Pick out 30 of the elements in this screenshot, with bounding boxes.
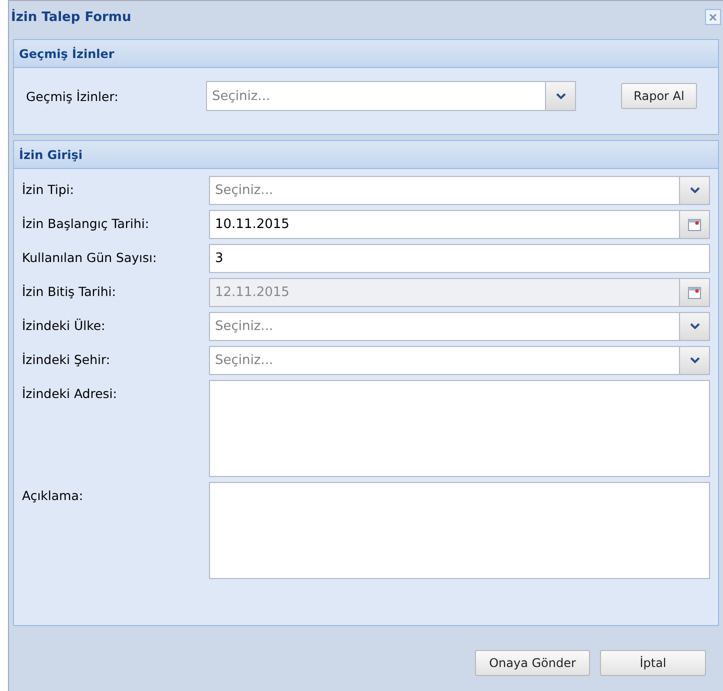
field-label: Açıklama:: [22, 487, 84, 503]
field-label: Kullanılan Gün Sayısı:: [22, 249, 158, 265]
close-button[interactable]: ×: [705, 9, 721, 25]
calendar-icon: [688, 218, 701, 230]
field-label: İzindeki Adresi:: [22, 385, 118, 401]
field-label: İzin Bitiş Tarihi:: [22, 283, 117, 299]
combo-field[interactable]: Seçiniz...: [206, 81, 576, 111]
field-label: İzin Tipi:: [22, 181, 75, 197]
combo-field[interactable]: Seçiniz...: [209, 312, 710, 341]
combo-field[interactable]: Seçiniz...: [209, 176, 710, 205]
window-title: İzin Talep Formu: [11, 10, 132, 24]
date-field[interactable]: 10.11.2015: [209, 210, 710, 239]
field-label: İzindeki Ülke:: [22, 317, 106, 333]
combo-field[interactable]: Seçiniz...: [209, 346, 710, 375]
submit-button[interactable]: Onaya Gönder: [475, 650, 590, 676]
caret-icon: [690, 323, 700, 330]
field-label: İzin Başlangıç Tarihi:: [22, 215, 150, 231]
panel-title: İzin Girişi: [19, 148, 83, 162]
field-label: İzindeki Şehir:: [22, 351, 112, 367]
report-button[interactable]: Rapor Al: [621, 83, 697, 109]
caret-icon: [690, 357, 700, 364]
text-area[interactable]: [209, 482, 710, 579]
calendar-icon: [688, 286, 701, 298]
cancel-button[interactable]: İptal: [600, 650, 706, 676]
text-area[interactable]: [209, 380, 710, 477]
caret-icon: [556, 92, 566, 100]
caret-icon: [690, 187, 700, 194]
field-label: Geçmiş İzinler:: [26, 88, 120, 104]
input-field[interactable]: 3: [209, 244, 710, 273]
panel-title: Geçmiş İzinler: [19, 46, 114, 60]
